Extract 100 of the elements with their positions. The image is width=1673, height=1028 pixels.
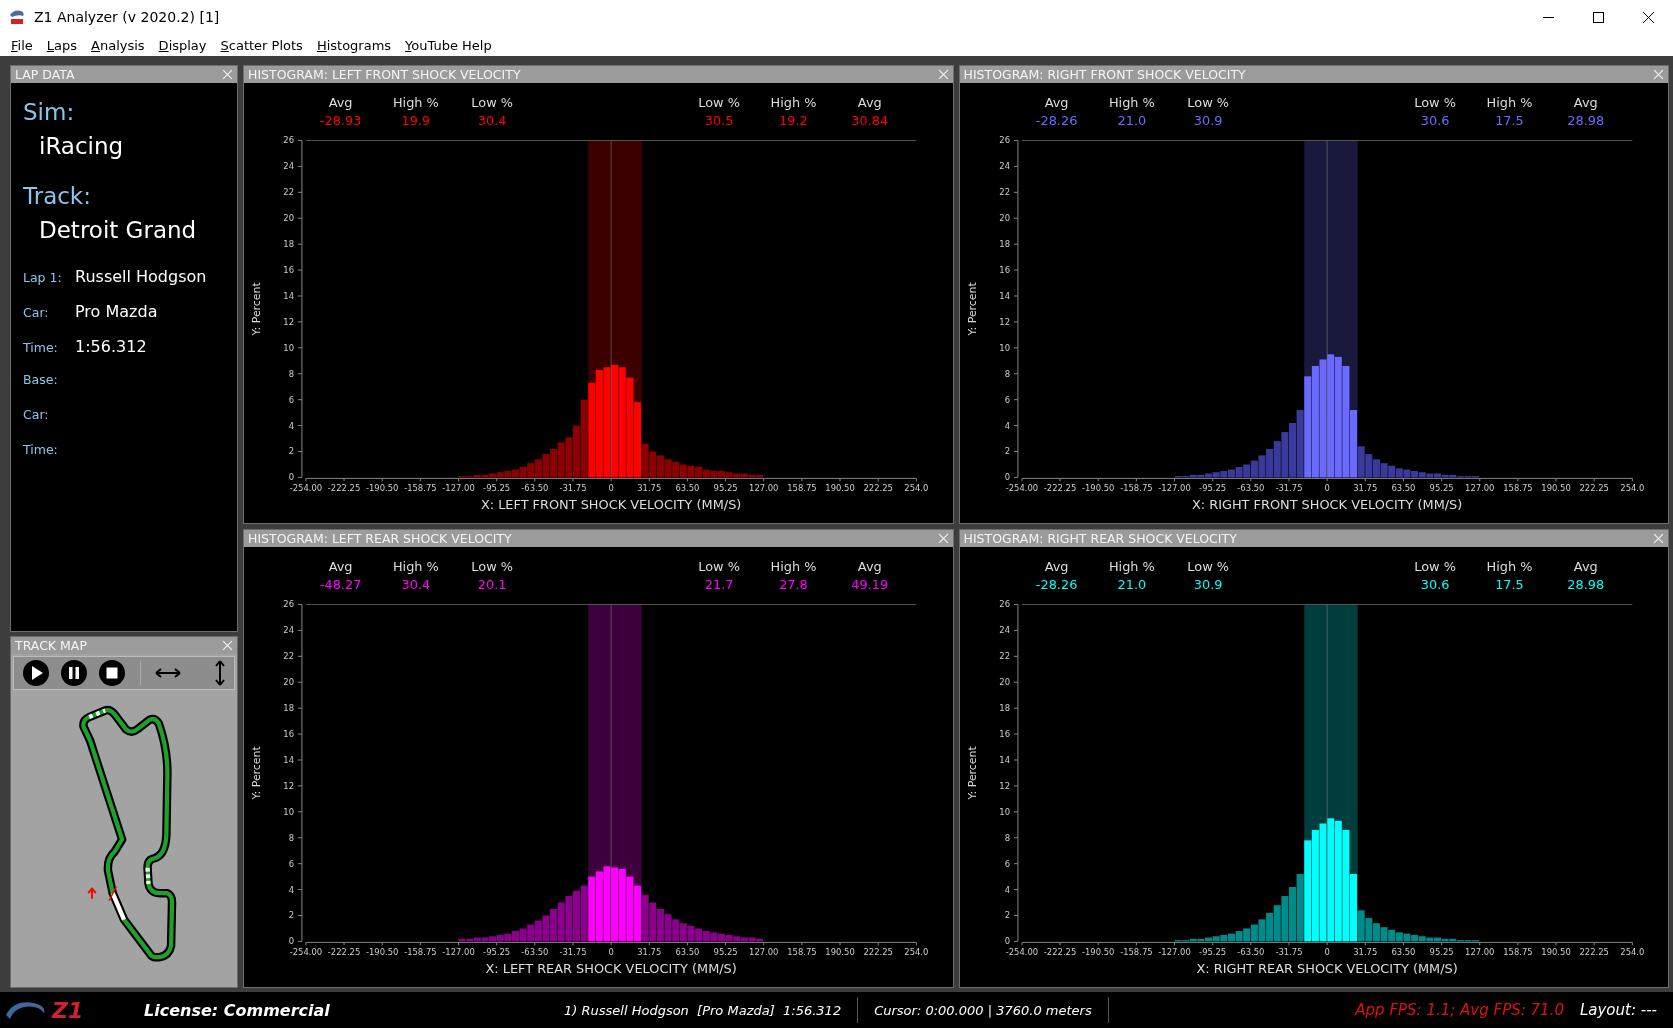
stat-value: 30.6 [1420,576,1449,592]
x-tick-label: 95.25 [1429,947,1454,958]
field-value: Russell Hodgson [75,267,207,286]
stat-label: Avg [1573,94,1598,110]
x-tick-label: 63.50 [675,483,700,494]
stat-label: High % [770,94,817,110]
x-tick-label: 222.25 [863,947,893,958]
stop-icon[interactable] [98,659,126,687]
x-tick-label: -222.25 [327,483,361,494]
y-tick-label: 24 [998,161,1010,172]
x-tick-label: -95.25 [1198,947,1226,958]
x-tick-label: -254.00 [1005,947,1038,958]
menu-item[interactable]: Laps [39,37,85,53]
x-tick-label: 95.25 [713,947,738,958]
x-tick-label: 158.75 [787,483,817,494]
menu-item[interactable]: Scatter Plots [213,37,310,53]
field-label: Time: [23,340,59,355]
y-tick-label: 24 [283,625,294,636]
y-tick-label: 0 [288,472,294,483]
x-tick-label: -63.50 [521,947,549,958]
panel-title: TRACK MAP [15,638,88,653]
y-tick-label: 26 [283,599,294,610]
y-tick-label: 8 [288,832,294,843]
stat-value: 19.9 [401,112,431,128]
x-tick-label: -63.50 [521,483,549,494]
x-tick-label: 190.50 [1540,947,1571,958]
stat-label: Avg [328,558,353,574]
x-axis-title: X: LEFT FRONT SHOCK VELOCITY (MM/S) [480,497,742,513]
y-tick-label: 20 [998,213,1010,224]
x-tick-label: 254.0 [904,483,929,494]
y-tick-label: 4 [288,420,294,431]
maximize-icon[interactable] [1592,11,1604,23]
panel-title: HISTOGRAM: LEFT FRONT SHOCK VELOCITY [248,67,522,82]
stat-value: -28.26 [1035,112,1077,128]
y-axis-title: Y: Percent [965,282,979,336]
y-tick-label: 16 [283,729,294,740]
menu-item[interactable]: Display [151,37,214,53]
stat-value: -28.93 [319,112,362,128]
stat-label: Low % [1413,558,1456,574]
horizontal-arrows-icon[interactable] [155,667,181,679]
y-tick-label: 22 [283,651,294,662]
stat-label: Low % [471,94,514,110]
vertical-arrows-icon[interactable] [214,660,226,686]
stat-value: 30.4 [477,112,507,128]
stat-value: 20.1 [477,576,507,592]
x-axis-title: X: RIGHT FRONT SHOCK VELOCITY (MM/S) [1191,497,1462,513]
stat-label: High % [392,94,439,110]
x-tick-label: 127.00 [1464,483,1494,494]
x-tick-label: 158.75 [787,947,817,958]
stat-value: 30.84 [851,112,889,128]
x-tick-label: 0 [1323,947,1330,958]
stat-value: -28.26 [1035,576,1077,592]
x-tick-label: -127.00 [442,947,475,958]
x-tick-label: -222.25 [1043,947,1076,958]
close-icon[interactable] [1642,11,1654,23]
y-tick-label: 14 [283,754,294,765]
x-tick-label: -254.00 [289,947,323,958]
y-tick-label: 4 [288,884,294,895]
x-tick-label: -95.25 [1198,483,1226,494]
menu-item[interactable]: File [4,37,40,53]
stat-label: High % [392,558,439,574]
y-tick-label: 10 [998,806,1010,817]
x-tick-label: 31.75 [1352,947,1377,958]
x-tick-label: 190.50 [825,483,855,494]
field-value: iRacing [39,133,125,159]
y-tick-label: 2 [288,910,294,921]
pause-icon[interactable] [60,659,88,687]
y-tick-label: 26 [998,599,1010,610]
panel-title: HISTOGRAM: LEFT REAR SHOCK VELOCITY [248,531,513,546]
x-tick-label: 254.0 [1619,947,1644,958]
x-tick-label: 222.25 [1579,947,1609,958]
menu-item[interactable]: Analysis [84,37,152,53]
x-tick-label: 158.75 [1502,947,1533,958]
stat-label: High % [1486,558,1532,574]
x-tick-label: 63.50 [1390,947,1415,958]
y-tick-label: 16 [998,265,1010,276]
fps-info: App FPS: 1.1; Avg FPS: 71.0 [1355,1001,1565,1019]
field-label: Track: [23,183,92,209]
x-tick-label: -254.00 [1005,483,1038,494]
y-tick-label: 26 [998,135,1010,146]
menu-item[interactable]: YouTube Help [398,37,499,53]
y-axis-title: Y: Percent [250,282,264,336]
stat-value: 30.5 [704,112,734,128]
play-icon[interactable] [22,659,50,687]
field-label: Base: [23,372,59,387]
field-label: Time: [23,442,59,457]
y-tick-label: 4 [1004,884,1010,895]
x-tick-label: 254.0 [904,947,929,958]
stat-label: Avg [857,94,882,110]
menu-item[interactable]: Histograms [309,37,399,53]
field-value: Pro Mazda [75,302,158,321]
y-tick-label: 10 [283,806,294,817]
x-tick-label: 95.25 [713,483,738,494]
logo-text: Z1 [52,997,84,1023]
license-text: License: Commercial [144,1000,331,1020]
stat-label: High % [770,558,817,574]
x-tick-label: -127.00 [1157,483,1191,494]
stat-label: Low % [1186,558,1229,574]
x-tick-label: 222.25 [863,483,893,494]
x-tick-label: -95.25 [483,947,511,958]
